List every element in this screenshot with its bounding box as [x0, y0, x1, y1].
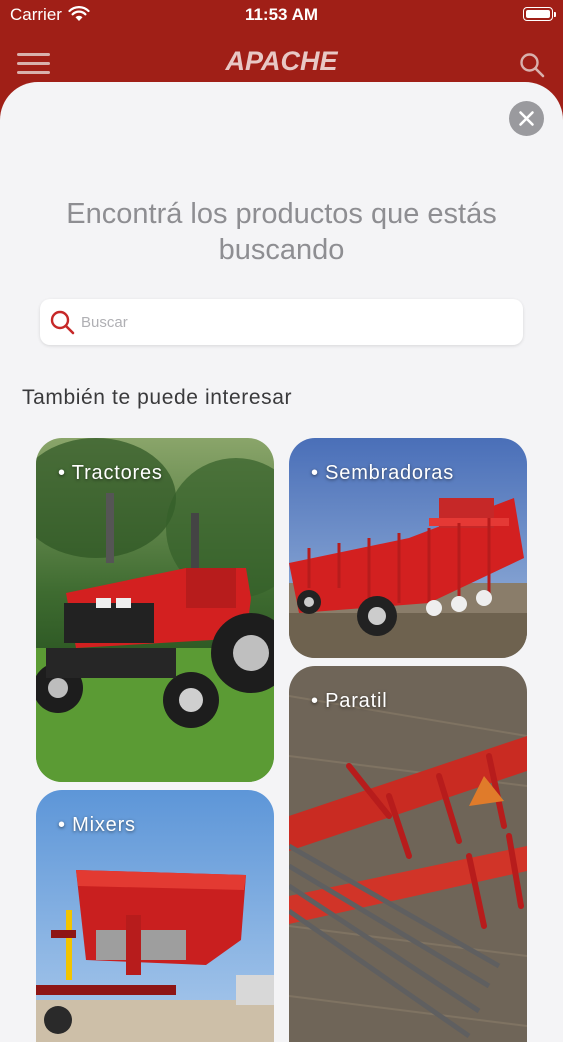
- category-label-mixers: • Mixers: [58, 814, 136, 836]
- search-field[interactable]: [40, 299, 523, 345]
- category-card-tractores[interactable]: • Tractores: [36, 438, 274, 782]
- paratil-image: [289, 666, 527, 1042]
- category-label-paratil: • Paratil: [311, 690, 388, 712]
- category-card-paratil[interactable]: • Paratil: [289, 666, 527, 1042]
- search-icon[interactable]: [519, 52, 545, 78]
- brand-logo: APACHE: [225, 46, 338, 76]
- close-button[interactable]: [509, 101, 544, 136]
- category-label-tractores: • Tractores: [58, 462, 163, 484]
- search-input[interactable]: [81, 299, 511, 345]
- search-icon: [50, 310, 75, 335]
- section-title: También te puede interesar: [22, 386, 293, 409]
- search-sheet: Encontrá los productos que estás buscand…: [0, 82, 563, 1042]
- category-card-sembradoras[interactable]: • Sembradoras: [289, 438, 527, 658]
- status-bar: Carrier 11:53 AM: [0, 0, 563, 30]
- app-header: APACHE: [0, 40, 563, 88]
- page-title: Encontrá los productos que estás buscand…: [66, 198, 497, 266]
- battery-icon: [523, 7, 556, 21]
- close-icon: [519, 111, 534, 126]
- tractor-image: [36, 438, 274, 782]
- category-card-mixers[interactable]: • Mixers: [36, 790, 274, 1042]
- category-label-sembradoras: • Sembradoras: [311, 462, 455, 484]
- clock: 11:53 AM: [244, 5, 319, 24]
